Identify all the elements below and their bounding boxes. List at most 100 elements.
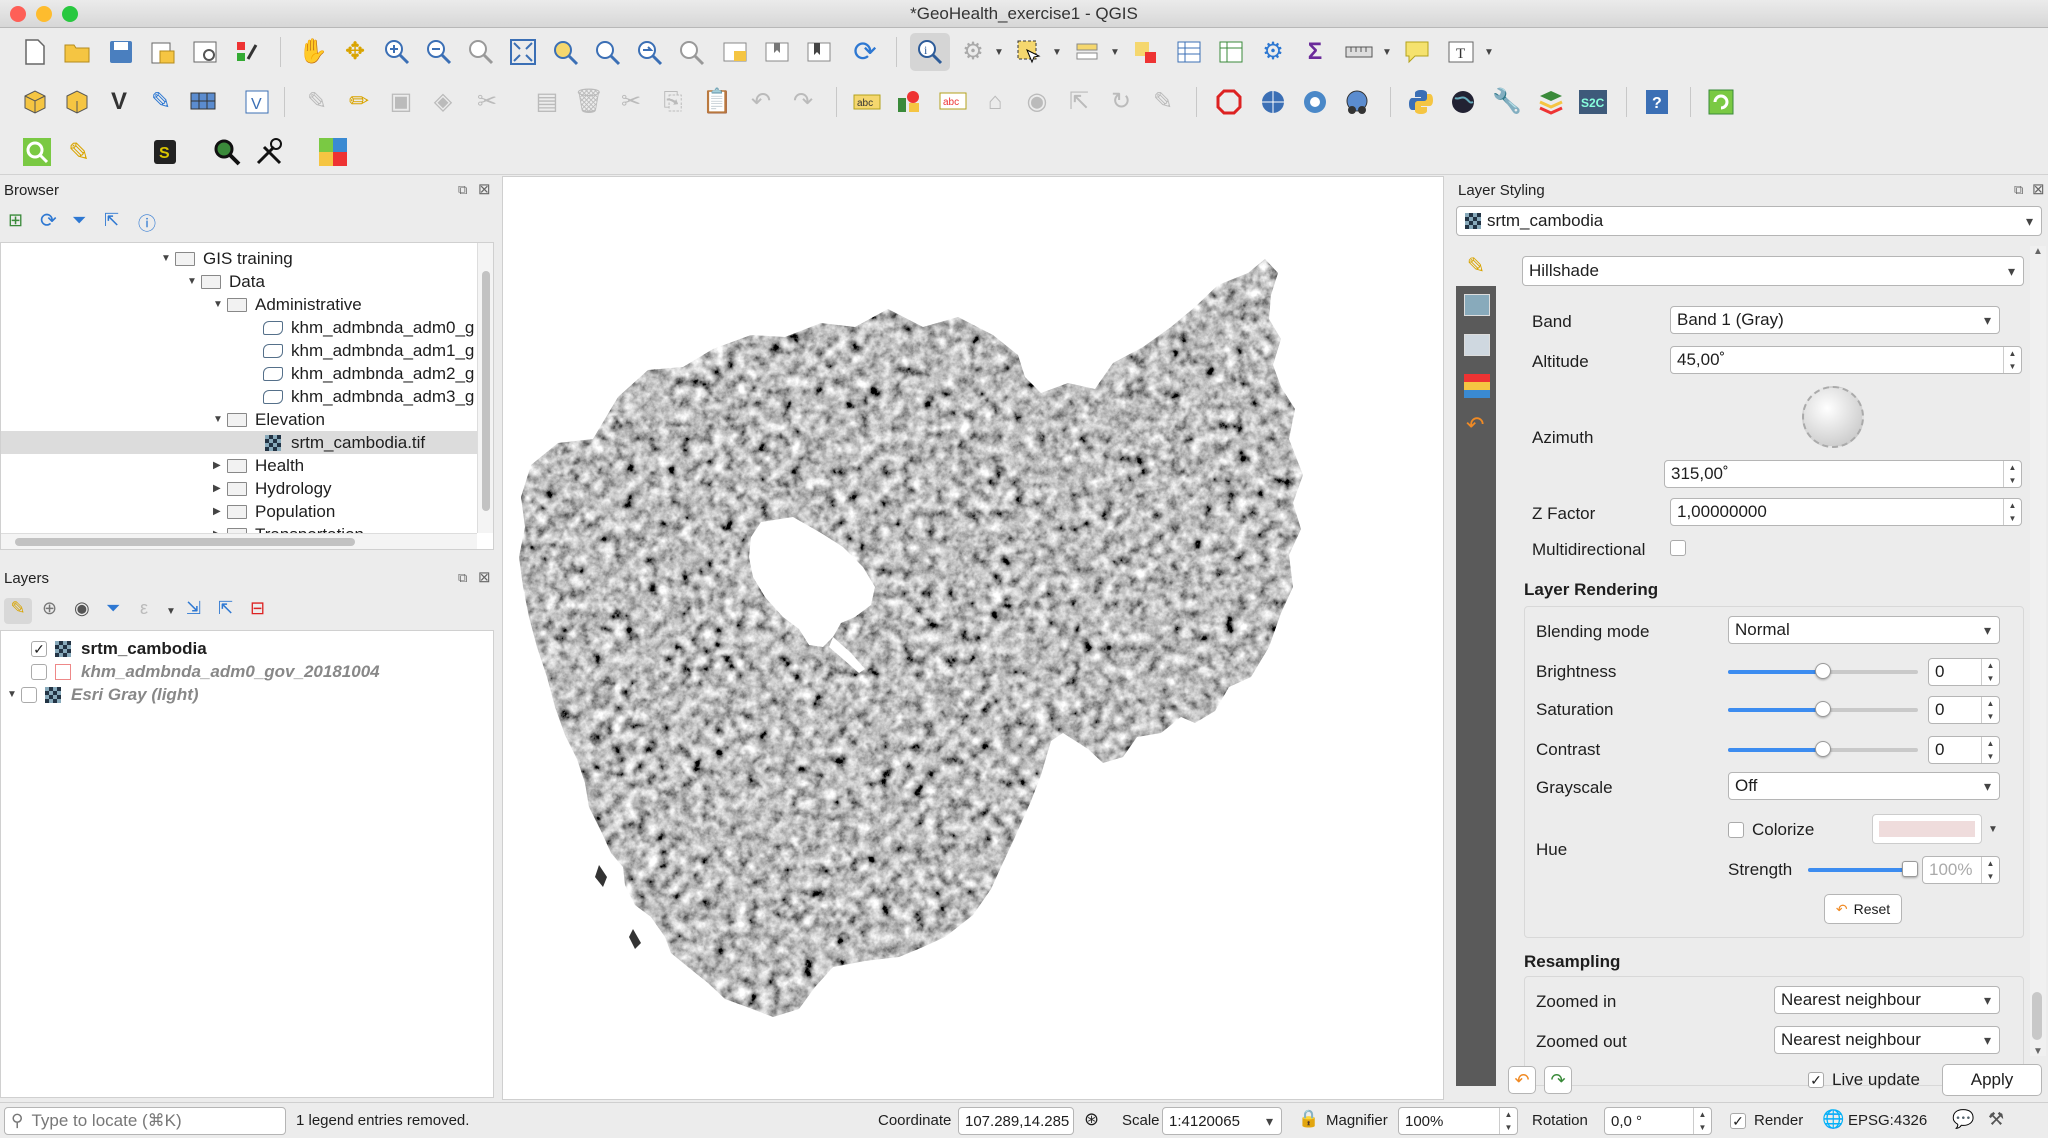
geometry-checker-icon[interactable]	[1212, 85, 1246, 119]
browser-item-health[interactable]: ▶ Health	[213, 454, 304, 477]
rotation-input[interactable]: 0,0 ° ▲ ▼	[1604, 1107, 1712, 1135]
plugin-tool-icon[interactable]: ✎	[62, 135, 96, 169]
browser-item-adm1[interactable]: khm_admbnda_adm1_g	[263, 339, 474, 362]
undo-style-button[interactable]: ↶	[1508, 1066, 1536, 1094]
new-bookmark-icon[interactable]	[760, 35, 794, 69]
browser-refresh-icon[interactable]: ⟳	[40, 208, 57, 233]
style-manager-icon[interactable]	[230, 35, 264, 69]
diagram-options-icon[interactable]	[892, 85, 926, 119]
locator-search[interactable]: ⚲ Type to locate (⌘K)	[4, 1107, 286, 1135]
toggle-extents-icon[interactable]: ⊛	[1084, 1109, 1099, 1130]
move-label-icon[interactable]: ⇱	[1062, 85, 1096, 119]
change-label-icon[interactable]: ✎	[1146, 85, 1180, 119]
add-feature-icon[interactable]: ◈	[426, 85, 460, 119]
saturation-slider[interactable]	[1728, 701, 1918, 717]
plugin-layers-icon[interactable]	[1534, 85, 1568, 119]
data-source-manager-icon[interactable]	[18, 85, 52, 119]
zoom-to-layer-icon[interactable]	[548, 35, 582, 69]
layer-srtm-cambodia[interactable]: ✓ srtm_cambodia	[31, 637, 207, 660]
brightness-input[interactable]: 0 ▲ ▼	[1928, 658, 2000, 686]
collapse-all-layers-icon[interactable]: ⇱	[218, 598, 233, 619]
browser-item-adm0[interactable]: khm_admbnda_adm0_g	[263, 316, 474, 339]
tools-icon[interactable]	[252, 135, 286, 169]
chevron-down-icon[interactable]: ▼	[213, 299, 227, 310]
chevron-down-icon[interactable]: ▼	[213, 414, 227, 425]
add-group-icon[interactable]: ⊕	[42, 598, 57, 619]
select-value-dropdown-icon[interactable]: ▼	[1110, 47, 1120, 58]
browser-item-elevation[interactable]: ▼ Elevation	[213, 408, 325, 431]
collapse-all-icon[interactable]: ⇱	[104, 210, 119, 231]
delete-selected-icon[interactable]: 🗑	[572, 85, 606, 119]
select-dropdown-icon[interactable]: ▼	[1052, 47, 1062, 58]
pin-labels-icon[interactable]: ⌂	[978, 85, 1012, 119]
zoomed-in-select[interactable]: Nearest neighbour	[1774, 986, 2000, 1014]
colorize-checkbox[interactable]	[1728, 822, 1744, 838]
crs-label[interactable]: EPSG:4326	[1848, 1112, 1927, 1129]
redo-icon[interactable]: ↷	[786, 85, 820, 119]
help-icon[interactable]: ?	[1640, 85, 1674, 119]
actions-dropdown-icon[interactable]: ▼	[994, 47, 1004, 58]
colorize-dropdown-icon[interactable]: ▼	[1988, 824, 1998, 835]
strength-slider[interactable]	[1808, 861, 1918, 877]
refresh-icon[interactable]: ⟳	[848, 35, 882, 69]
processing-toolbox-icon[interactable]: ⚙	[1256, 35, 1290, 69]
browser-horizontal-scrollbar[interactable]	[1, 533, 477, 549]
coordinate-input[interactable]: 107.289,14.285	[958, 1107, 1074, 1135]
renderer-select[interactable]: Hillshade	[1522, 256, 2024, 286]
measure-dropdown-icon[interactable]: ▼	[1382, 47, 1392, 58]
measure-icon[interactable]	[1342, 35, 1376, 69]
identify-icon[interactable]: i	[910, 33, 950, 71]
chevron-down-icon[interactable]: ▼	[7, 689, 21, 700]
python-console-icon[interactable]	[1404, 85, 1438, 119]
zoom-to-selection-icon[interactable]	[590, 35, 624, 69]
map-canvas[interactable]	[502, 176, 1444, 1100]
layer-khm-adm0[interactable]: khm_admbnda_adm0_gov_20181004	[31, 660, 380, 683]
apply-button[interactable]: Apply	[1942, 1064, 2042, 1096]
browser-item-gis-training[interactable]: ▼ GIS training	[161, 247, 293, 270]
magnify-tool-icon[interactable]	[210, 135, 244, 169]
georeferencer-icon[interactable]	[1256, 85, 1290, 119]
select-by-value-icon[interactable]	[1070, 35, 1104, 69]
redo-style-button[interactable]: ↷	[1544, 1066, 1572, 1094]
add-mesh-layer-icon[interactable]	[186, 85, 220, 119]
browser-item-srtm-cambodia[interactable]: srtm_cambodia.tif	[265, 431, 425, 454]
messages-icon[interactable]: 💬	[1952, 1109, 1974, 1130]
zoom-full-icon[interactable]	[506, 35, 540, 69]
crs-globe-icon[interactable]: 🌐	[1822, 1109, 1844, 1130]
altitude-spinner[interactable]: ▲ ▼	[2003, 347, 2021, 373]
browser-item-adm2[interactable]: khm_admbnda_adm2_g	[263, 362, 474, 385]
zfactor-input[interactable]: 1,00000000 ▲ ▼	[1670, 498, 2022, 526]
modify-attributes-icon[interactable]: ▤	[530, 85, 564, 119]
save-project-icon[interactable]	[104, 35, 138, 69]
histogram-tab-icon[interactable]	[1464, 334, 1490, 356]
new-map-view-icon[interactable]	[718, 35, 752, 69]
browser-item-hydrology[interactable]: ▶ Hydrology	[213, 477, 332, 500]
blending-mode-select[interactable]: Normal	[1728, 616, 2000, 644]
add-raster-layer-icon[interactable]: ✎	[144, 85, 178, 119]
manage-visibility-icon[interactable]: ◉	[74, 598, 90, 619]
browser-item-data[interactable]: ▼ Data	[187, 270, 265, 293]
plugin-globe-icon[interactable]	[1446, 85, 1480, 119]
symbology-tab-icon[interactable]: ✎	[1456, 246, 1496, 286]
magnifier-input[interactable]: 100% ▲ ▼	[1398, 1107, 1518, 1135]
saturation-input[interactable]: 0 ▲ ▼	[1928, 696, 2000, 724]
show-bookmarks-icon[interactable]	[802, 35, 836, 69]
filter-legend-icon[interactable]: ⏷	[106, 598, 120, 619]
undo-icon[interactable]: ↶	[744, 85, 778, 119]
annotation-dropdown-icon[interactable]: ▼	[1484, 47, 1494, 58]
azimuth-input[interactable]: 315,00˚ ▲ ▼	[1664, 460, 2022, 488]
offline-editing-icon[interactable]	[1340, 85, 1374, 119]
cut-features-icon[interactable]: ✂	[614, 85, 648, 119]
azimuth-spinner[interactable]: ▲ ▼	[2003, 461, 2021, 487]
contrast-spinner[interactable]: ▲ ▼	[1981, 737, 1999, 763]
band-select[interactable]: Band 1 (Gray)	[1670, 306, 2000, 334]
reset-button[interactable]: ↶ Reset	[1824, 894, 1902, 924]
expand-all-icon[interactable]: ⇲	[186, 598, 201, 619]
highlight-pinned-labels-icon[interactable]: abc	[936, 85, 970, 119]
add-selected-layers-icon[interactable]: ⊞	[8, 210, 23, 231]
current-edits-icon[interactable]: ✎	[300, 85, 334, 119]
colorize-color-button[interactable]	[1872, 814, 1982, 844]
chevron-down-icon[interactable]: ▼	[161, 253, 175, 264]
zoom-last-icon[interactable]	[632, 35, 666, 69]
add-virtual-layer-icon[interactable]: V	[240, 85, 274, 119]
